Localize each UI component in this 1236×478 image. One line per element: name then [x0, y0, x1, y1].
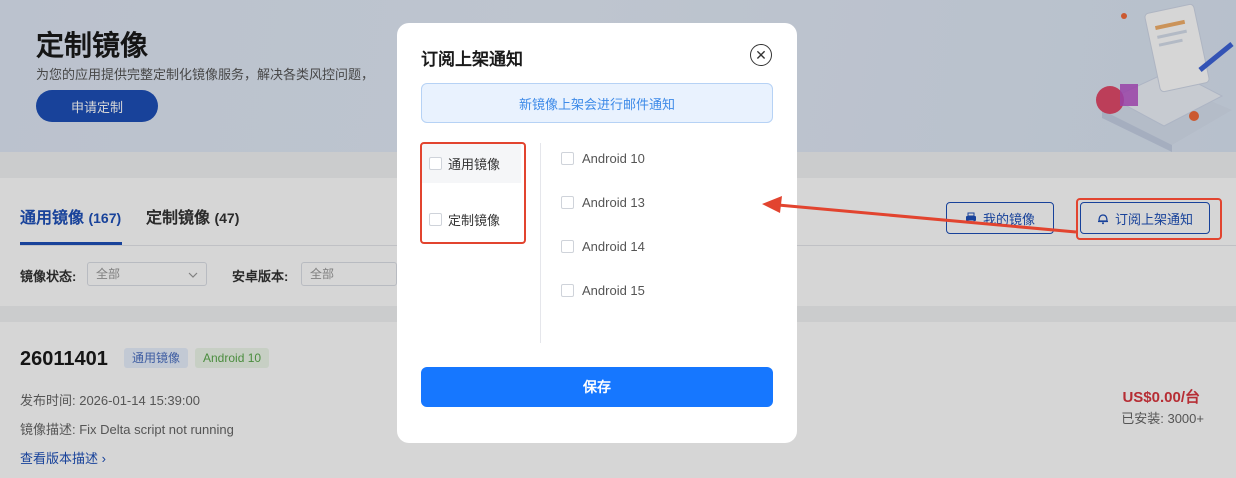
annotation-box — [420, 142, 526, 244]
notice-banner: 新镜像上架会进行邮件通知 — [421, 83, 773, 123]
save-button[interactable]: 保存 — [421, 367, 773, 407]
android-version-label: Android 10 — [582, 151, 645, 166]
checkbox-icon — [561, 284, 574, 297]
android-version-label: Android 15 — [582, 283, 645, 298]
checkbox-icon — [561, 196, 574, 209]
android-10-checkbox[interactable]: Android 10 — [561, 151, 645, 166]
android-version-label: Android 14 — [582, 239, 645, 254]
android-version-label: Android 13 — [582, 195, 645, 210]
checkbox-icon — [561, 152, 574, 165]
android-13-checkbox[interactable]: Android 13 — [561, 195, 645, 210]
modal-title: 订阅上架通知 — [421, 50, 523, 69]
annotation-box — [1076, 198, 1222, 240]
checkbox-icon — [561, 240, 574, 253]
subscribe-modal: 订阅上架通知 ✕ 新镜像上架会进行邮件通知 通用镜像 定制镜像 Android … — [397, 23, 797, 443]
android-15-checkbox[interactable]: Android 15 — [561, 283, 645, 298]
column-divider — [540, 143, 541, 343]
android-14-checkbox[interactable]: Android 14 — [561, 239, 645, 254]
close-icon[interactable]: ✕ — [750, 44, 772, 66]
